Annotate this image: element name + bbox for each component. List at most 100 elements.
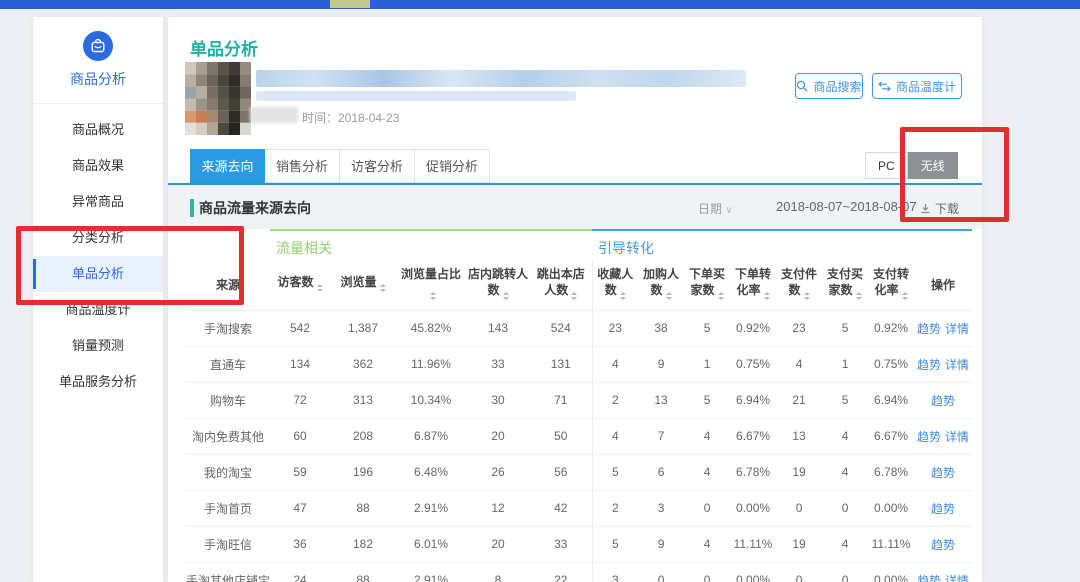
value-cell: 196 [330,454,396,490]
value-cell: 182 [330,526,396,562]
value-cell: 1 [822,346,868,382]
device-toggle-pc[interactable]: PC [865,152,908,179]
product-thermometer-button[interactable]: 商品温度计 [872,73,962,99]
sort-icon[interactable] [856,289,862,303]
detail-link[interactable]: 详情 [945,430,969,444]
trend-link[interactable]: 趋势 [931,502,955,516]
detail-link[interactable]: 详情 [945,322,969,336]
column-header: 店内跳转人数 [466,260,530,310]
sidebar-item-wenduji[interactable]: 商品温度计 [33,292,163,328]
download-button[interactable]: 下载 [920,200,959,217]
sort-icon[interactable] [380,281,386,295]
detail-link[interactable]: 详情 [945,574,969,582]
sidebar-item-danpin[interactable]: 单品分析 [33,256,163,292]
value-cell: 0.75% [868,346,914,382]
sort-icon[interactable] [430,289,436,303]
value-cell: 45.82% [396,310,466,346]
trend-link[interactable]: 趋势 [917,358,941,372]
value-cell: 4 [592,418,638,454]
sort-icon[interactable] [764,289,770,303]
table-row: 手淘搜索5421,38745.82%143524233850.92%2350.9… [186,310,972,346]
product-search-button[interactable]: 商品搜索 [795,73,863,99]
sort-icon[interactable] [571,289,577,303]
value-cell: 524 [530,310,592,346]
value-cell: 9 [638,526,684,562]
date-filter-dropdown[interactable]: 日期 ∨ [698,200,733,217]
table-row: 手淘其他店铺宝贝24882.91%8223000.00%000.00%趋势详情 [186,562,972,582]
column-header: 支付转化率 [868,260,914,310]
trend-link[interactable]: 趋势 [917,322,941,336]
value-cell: 0.92% [868,310,914,346]
sidebar-item-fenlei[interactable]: 分类分析 [33,220,163,256]
source-cell: 手淘首页 [186,490,270,526]
column-header: 跳出本店人数 [530,260,592,310]
source-group-spacer [186,230,270,260]
chevron-down-icon: ∨ [725,205,732,216]
value-cell: 0.92% [730,310,776,346]
column-header: 下单买家数 [684,260,730,310]
download-icon [920,203,931,214]
product-analysis-icon [83,31,113,61]
sidebar-item-gaikuang[interactable]: 商品概况 [33,112,163,148]
trend-link[interactable]: 趋势 [917,574,941,582]
value-cell: 7 [638,418,684,454]
sort-icon[interactable] [503,289,509,303]
table-row: 购物车7231310.34%307121356.94%2156.94%趋势 [186,382,972,418]
value-cell: 3 [592,562,638,582]
value-cell: 23 [592,310,638,346]
value-cell: 2.91% [396,562,466,582]
tab-sales[interactable]: 销售分析 [265,149,340,183]
source-cell: 手淘搜索 [186,310,270,346]
column-header: 加购人数 [638,260,684,310]
value-cell: 362 [330,346,396,382]
value-cell: 0.00% [868,562,914,582]
sort-icon[interactable] [666,289,672,303]
value-cell: 6 [638,454,684,490]
value-cell: 0 [638,562,684,582]
value-cell: 12 [466,490,530,526]
trend-link[interactable]: 趋势 [931,466,955,480]
section-header-band: 商品流量来源去向 日期 ∨ 2018-08-07~2018-08-07 下载 [168,183,982,229]
value-cell: 0.00% [868,490,914,526]
detail-link[interactable]: 详情 [945,358,969,372]
date-range-value[interactable]: 2018-08-07~2018-08-07 [776,199,917,214]
value-cell: 0 [776,490,822,526]
sidebar-item-fuwu[interactable]: 单品服务分析 [33,364,163,400]
section-title: 商品流量来源去向 [190,198,311,218]
blurred-product-subtitle [256,91,576,101]
value-cell: 131 [530,346,592,382]
value-cell: 36 [270,526,330,562]
trend-link[interactable]: 趋势 [917,430,941,444]
release-time-text: 时间：2018-04-23 [302,109,399,126]
analysis-tabs: 来源去向销售分析访客分析促销分析 [190,149,490,183]
sort-icon[interactable] [718,289,724,303]
sidebar-item-xiaoguo[interactable]: 商品效果 [33,148,163,184]
product-thermometer-label: 商品温度计 [896,78,956,95]
search-icon [796,80,808,92]
bag-icon [90,38,106,54]
sort-icon[interactable] [902,289,908,303]
trend-link[interactable]: 趋势 [931,394,955,408]
value-cell: 4 [684,526,730,562]
column-header: 浏览量 [330,260,396,310]
value-cell: 33 [466,346,530,382]
sidebar-item-yuce[interactable]: 销量预测 [33,328,163,364]
trend-link[interactable]: 趋势 [931,538,955,552]
tab-source[interactable]: 来源去向 [190,149,265,183]
tab-promo[interactable]: 促销分析 [415,149,490,183]
actions-cell: 趋势详情 [914,562,972,582]
value-cell: 60 [270,418,330,454]
sidebar-item-yichang[interactable]: 异常商品 [33,184,163,220]
actions-cell: 趋势详情 [914,310,972,346]
value-cell: 208 [330,418,396,454]
value-cell: 2 [592,490,638,526]
tab-visitor[interactable]: 访客分析 [340,149,415,183]
value-cell: 23 [776,310,822,346]
sort-icon[interactable] [804,289,810,303]
value-cell: 143 [466,310,530,346]
source-cell: 手淘其他店铺宝贝 [186,562,270,582]
column-group-conversion: 引导转化 [592,230,972,260]
sort-icon[interactable] [620,289,626,303]
sort-icon[interactable] [317,281,323,295]
device-toggle-wireless[interactable]: 无线 [908,152,958,179]
